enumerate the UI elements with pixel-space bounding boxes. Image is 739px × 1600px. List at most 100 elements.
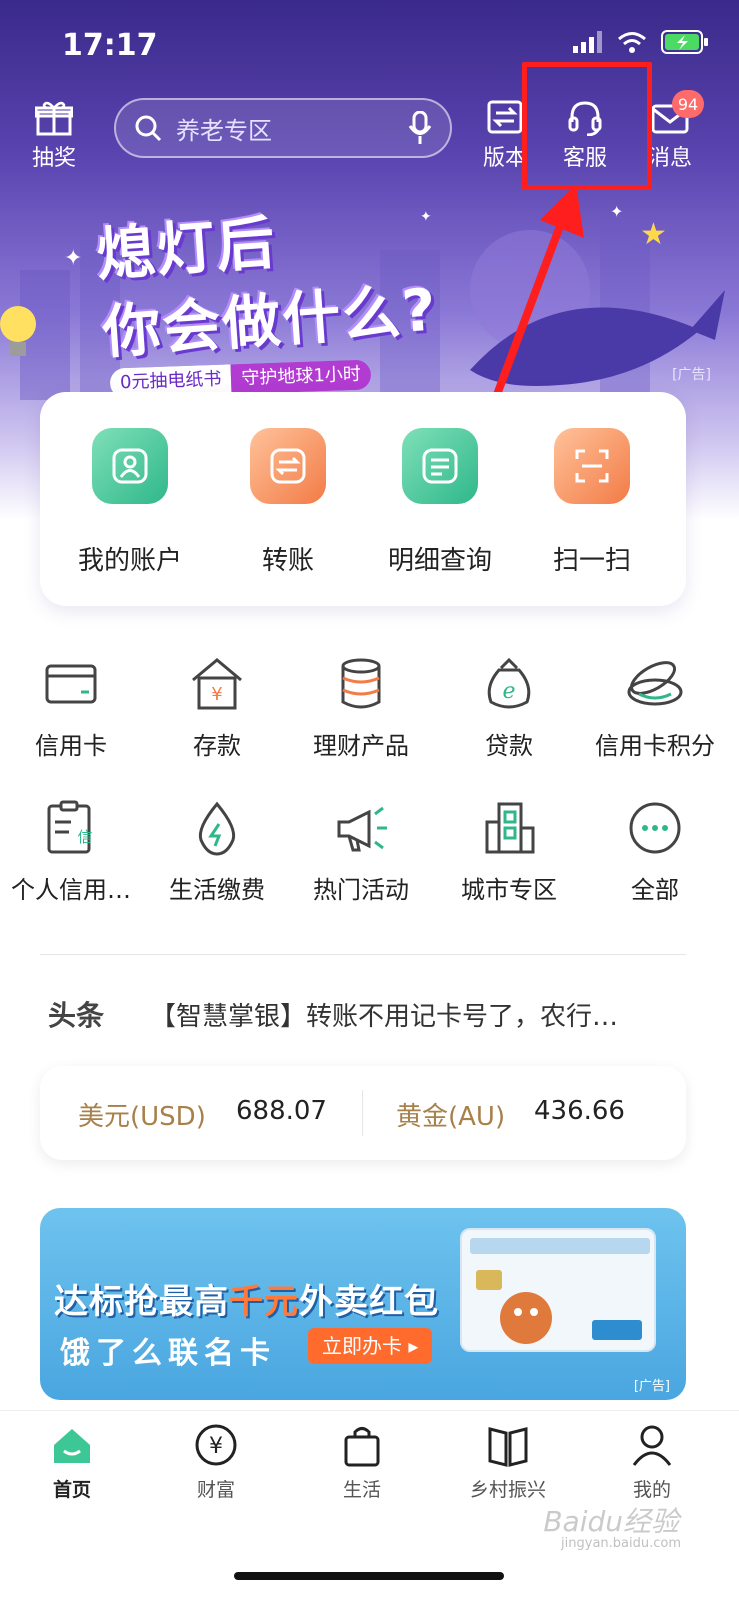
signal-icon	[573, 31, 602, 53]
service-hot-activity[interactable]: 热门活动	[286, 800, 436, 905]
usd-value: 688.07	[236, 1096, 327, 1126]
version-button[interactable]: 版本	[483, 100, 527, 172]
tab-label: 生活	[342, 1479, 381, 1501]
svg-text:e: e	[502, 679, 515, 704]
credit-points-icon	[627, 661, 683, 706]
tab-life[interactable]: 生活	[302, 1423, 422, 1502]
card-mascot-icon	[470, 1238, 650, 1344]
home-indicator[interactable]	[234, 1572, 504, 1580]
more-icon	[629, 802, 681, 854]
service-all[interactable]: 全部	[580, 800, 730, 905]
tab-home[interactable]: 首页	[12, 1423, 132, 1502]
service-label: 贷款	[485, 732, 533, 760]
news-tag: 头条	[48, 999, 105, 1032]
usd-name: 美元(USD)	[78, 1102, 206, 1132]
quick-actions-card: 我的账户 转账 明细查询 扫一扫	[40, 392, 686, 606]
arrow-annotation-icon	[488, 184, 584, 412]
microphone-icon[interactable]	[408, 111, 432, 145]
watermark-sub: jingyan.baidu.com	[561, 1536, 681, 1551]
lottery-button[interactable]: 抽奖	[32, 100, 76, 172]
promo-title-highlight: 千元	[229, 1282, 299, 1322]
promo-ad-tag: [广告]	[633, 1379, 670, 1394]
banner-headline[interactable]: 熄灯后 你会做什么? 0元抽电纸书 守护地球1小时	[94, 196, 440, 399]
service-personal-credit[interactable]: 信 个人信用…	[0, 800, 146, 905]
status-time: 17:17	[62, 28, 158, 63]
bank-card-image	[460, 1228, 656, 1352]
messages-label: 消息	[648, 146, 693, 171]
tab-label: 首页	[52, 1479, 91, 1501]
news-headline[interactable]: 【智慧掌银】转账不用记卡号了，农行…	[150, 996, 670, 1033]
gold-name: 黄金(AU)	[396, 1102, 506, 1132]
wealth-icon: ¥	[195, 1424, 237, 1466]
promo-banner[interactable]: 达标抢最高千元外卖红包 饿了么联名卡 立即办卡 ▸ [广告]	[40, 1208, 686, 1400]
search-bar[interactable]: 养老专区	[114, 98, 452, 158]
service-loan[interactable]: e 贷款	[434, 656, 584, 761]
wifi-icon	[618, 32, 646, 53]
tab-wealth[interactable]: ¥ 财富	[156, 1423, 276, 1502]
service-credit-points[interactable]: 信用卡积分	[580, 656, 730, 761]
watermark: Baidu经验	[543, 1505, 679, 1538]
status-icons	[573, 30, 709, 54]
quick-label: 明细查询	[387, 546, 492, 576]
service-label: 生活缴费	[169, 876, 265, 904]
gift-icon	[35, 101, 73, 136]
apply-card-button[interactable]: 立即办卡 ▸	[308, 1328, 433, 1364]
tab-label: 乡村振兴	[469, 1479, 546, 1501]
service-label: 理财产品	[313, 732, 409, 760]
svg-text:¥: ¥	[209, 1434, 223, 1459]
svg-text:¥: ¥	[211, 684, 222, 705]
profile-icon	[632, 1425, 672, 1466]
quick-detail-query[interactable]: 明细查询	[360, 428, 520, 577]
credit-card-icon	[45, 664, 97, 704]
city-zone-icon	[485, 802, 535, 854]
service-label: 热门活动	[313, 876, 409, 904]
service-label: 信用卡积分	[595, 732, 715, 760]
sparkle-icon: ✦	[610, 202, 624, 221]
search-placeholder: 养老专区	[176, 116, 272, 145]
service-utility-payment[interactable]: 生活缴费	[142, 800, 292, 905]
account-icon	[92, 428, 176, 510]
tab-rural[interactable]: 乡村振兴	[448, 1423, 568, 1502]
quick-my-account[interactable]: 我的账户	[50, 428, 210, 577]
detail-query-icon	[402, 428, 486, 510]
service-label: 城市专区	[461, 876, 557, 904]
service-credit-card[interactable]: 信用卡	[0, 656, 146, 761]
svg-text:信: 信	[77, 828, 92, 846]
wealth-product-icon	[341, 658, 381, 709]
highlight-box	[522, 62, 652, 190]
sparkle-icon: ✦	[64, 246, 83, 271]
transfer-icon	[250, 428, 334, 510]
service-label: 全部	[631, 876, 679, 904]
tab-label: 财富	[196, 1479, 235, 1501]
hot-activity-icon	[337, 806, 387, 852]
search-icon	[135, 115, 162, 142]
quick-transfer[interactable]: 转账	[208, 428, 368, 577]
service-label: 个人信用…	[11, 876, 131, 904]
gold-value: 436.66	[534, 1096, 625, 1126]
version-label: 版本	[483, 146, 528, 171]
promo-subtitle: 饿了么联名卡	[60, 1336, 276, 1371]
quick-label: 扫一扫	[552, 546, 631, 576]
section-divider	[40, 954, 686, 955]
rural-book-icon	[488, 1427, 528, 1467]
rates-card[interactable]: 美元(USD) 688.07 黄金(AU) 436.66	[40, 1066, 686, 1160]
ad-tag: [广告]	[672, 367, 711, 383]
deposit-icon: ¥	[192, 658, 242, 710]
banner-sub-b: 守护地球1小时	[230, 359, 372, 395]
service-city-zone[interactable]: 城市专区	[434, 800, 584, 905]
scan-icon	[554, 428, 638, 510]
message-count-badge: 94	[672, 90, 704, 118]
personal-credit-icon: 信	[47, 800, 93, 854]
service-wealth-product[interactable]: 理财产品	[286, 656, 436, 761]
quick-label: 转账	[261, 546, 314, 576]
quick-label: 我的账户	[77, 546, 182, 576]
service-label: 存款	[193, 732, 241, 760]
service-label: 信用卡	[35, 732, 107, 760]
quick-scan[interactable]: 扫一扫	[512, 428, 672, 577]
battery-icon	[661, 30, 708, 54]
lottery-label: 抽奖	[32, 146, 77, 171]
tab-mine[interactable]: 我的	[592, 1423, 712, 1502]
home-icon	[54, 1429, 90, 1463]
promo-title: 达标抢最高千元外卖红包	[54, 1274, 439, 1323]
service-deposit[interactable]: ¥ 存款	[142, 656, 292, 761]
